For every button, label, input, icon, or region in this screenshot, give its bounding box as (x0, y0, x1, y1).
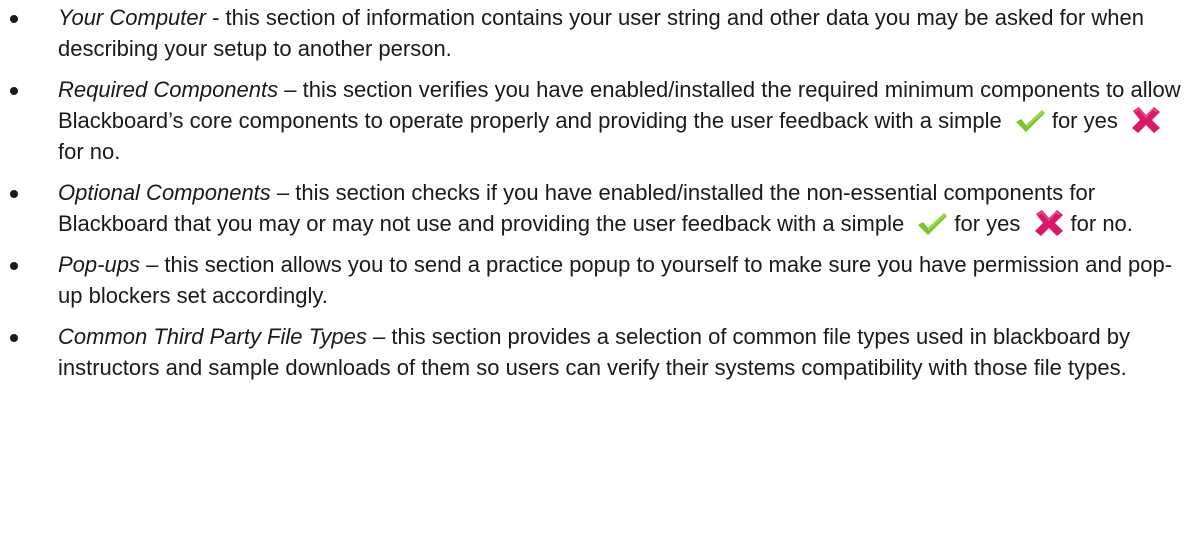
list-item-file-types: Common Third Party File Types – this sec… (0, 321, 1200, 383)
bullet-point (10, 190, 18, 198)
item-separator: – (366, 324, 392, 349)
item-separator: – (139, 252, 165, 277)
x-mark-icon (1130, 106, 1162, 134)
item-separator: – (278, 77, 303, 102)
yes-label: for yes (954, 211, 1021, 236)
x-mark-icon (1033, 209, 1065, 237)
list-item-required-components: Required Components – this section verif… (0, 74, 1200, 167)
item-separator: – (270, 180, 296, 205)
bullet-point (10, 87, 18, 95)
item-term: Your Computer (58, 5, 206, 30)
no-label: for no. (1070, 211, 1133, 236)
item-term: Required Components (58, 77, 279, 102)
bullet-point (10, 262, 18, 270)
no-label: for no. (58, 139, 121, 164)
item-term: Pop-ups (58, 252, 140, 277)
bullet-point (10, 334, 18, 342)
bullet-point (10, 15, 18, 23)
check-mark-icon (1014, 108, 1046, 134)
list-item-optional-components: Optional Components – this section check… (0, 177, 1200, 239)
list-item-pop-ups: Pop-ups – this section allows you to sen… (0, 249, 1200, 311)
document-page: Your Computer - this section of informat… (0, 0, 1200, 548)
item-term: Common Third Party File Types (58, 324, 367, 349)
check-mark-icon (916, 211, 948, 237)
list-item-your-computer: Your Computer - this section of informat… (0, 0, 1200, 64)
bullet-list: Your Computer - this section of informat… (0, 0, 1200, 383)
item-term: Optional Components (58, 180, 271, 205)
yes-label: for yes (1051, 108, 1118, 133)
item-description: this section allows you to send a practi… (58, 252, 1173, 308)
item-separator: - (205, 5, 226, 30)
